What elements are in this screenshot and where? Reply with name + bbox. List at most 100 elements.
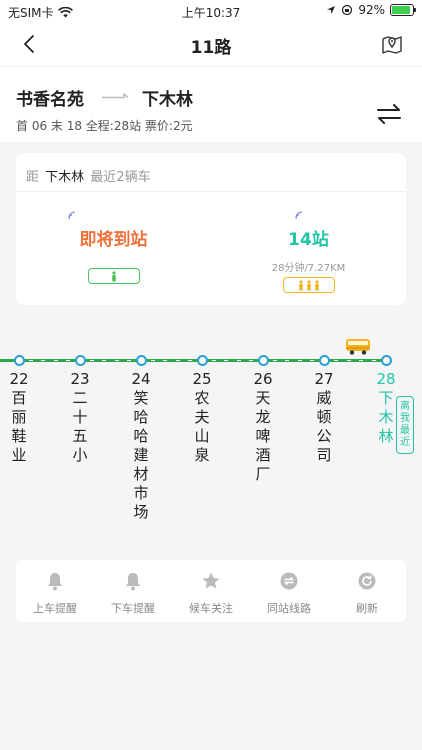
tool-label: 上车提醒 — [33, 602, 77, 615]
line-dash — [163, 360, 168, 361]
same-stop-lines-button[interactable]: 同站线路 — [250, 560, 328, 622]
stop-name-char: 酒 — [255, 446, 271, 464]
watch-bus-button[interactable]: 候车关注 — [172, 560, 250, 622]
location-arrow-icon — [327, 6, 336, 14]
stop-name-char: 公 — [316, 427, 332, 445]
stop-name-char: 小 — [72, 446, 88, 464]
stop-name-char: 龙 — [255, 408, 271, 426]
stop-item[interactable]: 25 农夫山泉 — [190, 370, 214, 465]
line-dash — [102, 360, 107, 361]
stop-item[interactable]: 24 笑哈哈建材市场 — [129, 370, 153, 522]
line-dash — [90, 360, 95, 361]
stop-name-char: 场 — [133, 503, 149, 521]
stop-item-current[interactable]: 28 下木林 — [374, 370, 398, 446]
line-dash — [346, 360, 351, 361]
line-dash — [65, 360, 70, 361]
line-dash — [334, 360, 339, 361]
bus-arrival-2[interactable]: 14站 28分钟/7.27KM — [211, 203, 406, 293]
stop-name-char: 哈 — [133, 427, 149, 445]
stop-name-char: 五 — [72, 427, 88, 445]
stop-marker — [196, 355, 208, 366]
line-dash — [53, 360, 58, 361]
bell-icon — [48, 573, 62, 591]
stop-marker — [380, 355, 392, 366]
stop-name: 农夫山泉 — [190, 389, 214, 465]
stop-name: 百丽鞋业 — [7, 389, 31, 465]
stop-name: 威顿公司 — [312, 389, 336, 465]
bus-arrival-1[interactable]: 即将到站 — [16, 203, 211, 284]
line-dash — [285, 360, 290, 361]
stop-marker — [135, 355, 147, 366]
person-icon — [306, 279, 311, 290]
alighting-reminder-button[interactable]: 下车提醒 — [94, 560, 172, 622]
refresh-button[interactable]: 刷新 — [328, 560, 406, 622]
line-dash — [212, 360, 217, 361]
caption-suffix: 最近2辆车 — [90, 170, 151, 185]
stop-name-char: 天 — [255, 389, 271, 407]
stop-name-char: 百 — [11, 389, 27, 407]
stop-name: 笑哈哈建材市场 — [129, 389, 153, 522]
map-pin-icon[interactable] — [380, 32, 404, 56]
line-dash — [126, 360, 131, 361]
stop-name-char: 夫 — [194, 408, 210, 426]
stop-number: 28 — [376, 370, 396, 388]
stop-name-char: 哈 — [133, 408, 149, 426]
stop-name-char: 鞋 — [11, 427, 27, 445]
crowding-indicator-high — [282, 277, 335, 293]
stop-number: 23 — [70, 370, 90, 388]
bus-status: 即将到站 — [79, 230, 148, 250]
star-icon — [202, 572, 220, 589]
tool-label: 同站线路 — [267, 602, 311, 615]
stop-name-char: 二 — [72, 389, 88, 407]
line-dash — [175, 360, 180, 361]
page-title: 11路 — [190, 38, 232, 58]
line-dash — [114, 360, 119, 361]
stop-number: 25 — [192, 370, 212, 388]
line-dash — [224, 360, 229, 361]
stop-name-char: 木 — [378, 408, 394, 426]
stop-name-char: 市 — [133, 484, 149, 502]
stop-marker — [257, 355, 269, 366]
near-tag-char: 近 — [400, 437, 410, 448]
stop-number: 26 — [253, 370, 273, 388]
stop-name-char: 农 — [194, 389, 210, 407]
stop-item[interactable]: 23 二十五小 — [68, 370, 92, 465]
stop-name-char: 建 — [133, 446, 149, 464]
line-dash — [187, 360, 192, 361]
stop-name: 天龙啤酒厂 — [251, 389, 275, 484]
stop-item[interactable]: 26 天龙啤酒厂 — [251, 370, 275, 484]
stop-name-char: 林 — [378, 427, 394, 445]
stop-item[interactable]: 22 百丽鞋业 — [7, 370, 31, 465]
bell-icon — [126, 573, 140, 591]
stop-name-char: 业 — [11, 446, 27, 464]
route-line-view[interactable]: 22 百丽鞋业 23 二十五小 24 笑哈哈建材市场 25 农夫山泉 26 天龙啤酒厂 27 威顿公司… — [0, 330, 422, 550]
stop-name-char: 厂 — [255, 465, 271, 483]
nearest-buses-caption: 距 下木林 最近2辆车 — [26, 166, 151, 185]
stop-name-char: 材 — [133, 465, 149, 483]
line-dash — [359, 360, 364, 361]
line-dash — [151, 360, 156, 361]
stop-name-char: 啤 — [255, 427, 271, 445]
stop-marker — [318, 355, 330, 366]
action-toolbar: 上车提醒 下车提醒 候车关注 同站线路 刷新 — [16, 560, 406, 622]
orientation-lock-icon — [342, 4, 353, 16]
stop-name-char: 山 — [194, 427, 210, 445]
stop-item[interactable]: 27 威顿公司 — [312, 370, 336, 465]
card-divider — [16, 191, 406, 192]
stop-name-char: 顿 — [316, 408, 332, 426]
bus-icon — [346, 339, 370, 355]
tool-label: 候车关注 — [189, 602, 233, 615]
stop-number: 22 — [9, 370, 29, 388]
nav-bar: 11路 — [0, 22, 422, 66]
nearest-to-me-tag: 离我最近 — [396, 396, 414, 454]
swap-direction-icon[interactable] — [376, 103, 402, 125]
stop-name-char: 泉 — [194, 446, 210, 464]
boarding-reminder-button[interactable]: 上车提醒 — [16, 560, 94, 622]
line-dash — [236, 360, 241, 361]
arrival-card: 距 下木林 最近2辆车 即将到站 14站 28分钟/7.27KM — [16, 153, 406, 305]
route-header: 书香名苑 下木林 首 06 末 18 全程:28站 票价:2元 — [0, 66, 422, 142]
route-info: 首 06 末 18 全程:28站 票价:2元 — [16, 119, 193, 133]
stop-name-char: 司 — [316, 446, 332, 464]
direction-arrow-icon — [102, 93, 128, 99]
battery-percent: 92% — [358, 3, 385, 17]
